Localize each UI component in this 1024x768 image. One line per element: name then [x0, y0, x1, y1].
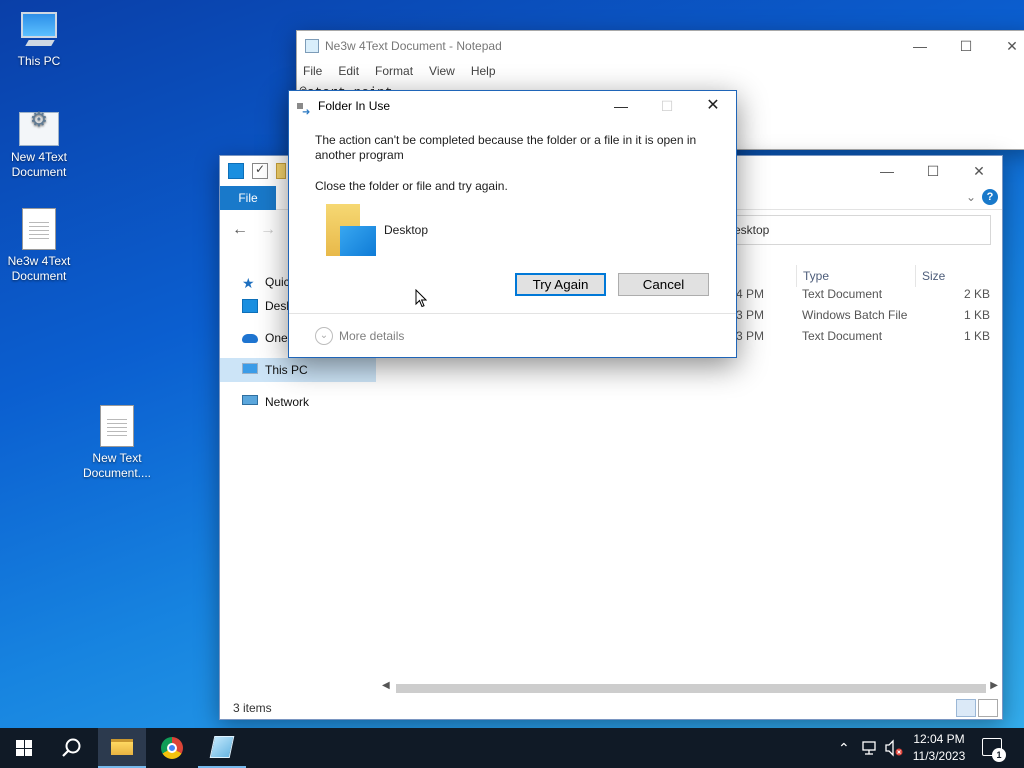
folder-icon — [111, 739, 133, 755]
nav-item-this-pc[interactable]: This PC — [220, 358, 376, 382]
size-cell: 2 KB — [964, 287, 991, 301]
file-move-icon — [297, 98, 311, 128]
chevron-down-icon[interactable]: ⌄ — [966, 190, 976, 204]
notepad-title-bar[interactable]: Ne3w 4Text Document - Notepad — ☐ ✕ — [297, 31, 1024, 61]
clock-date: 11/3/2023 — [912, 749, 966, 763]
network-icon[interactable] — [862, 740, 880, 756]
dialog-instruction: Close the folder or file and try again. — [315, 179, 508, 193]
back-arrow-icon[interactable]: ← — [232, 221, 248, 239]
horizontal-scrollbar[interactable]: ◀ ▶ — [378, 680, 1000, 697]
close-button[interactable]: ✕ — [956, 156, 1002, 186]
menu-file[interactable]: File — [303, 61, 322, 81]
chevron-down-icon: ⌄ — [315, 327, 333, 345]
scroll-left-icon[interactable]: ◀ — [382, 680, 390, 691]
address-bar[interactable]: esktop — [725, 215, 991, 245]
details-view-icon[interactable] — [956, 699, 976, 717]
item-count: 3 items — [233, 701, 272, 715]
cloud-icon — [242, 334, 258, 343]
menu-edit[interactable]: Edit — [338, 61, 359, 81]
new-folder-icon[interactable] — [276, 163, 286, 179]
start-button[interactable] — [0, 728, 48, 768]
star-icon: ★ — [242, 275, 255, 291]
dialog-title: Folder In Use — [318, 99, 391, 113]
folder-name: Desktop — [384, 223, 429, 237]
date-cell: 4 PM — [736, 287, 765, 301]
menu-view[interactable]: View — [429, 61, 455, 81]
maximize-button[interactable]: ☐ — [910, 156, 956, 186]
menu-format[interactable]: Format — [375, 61, 413, 81]
more-details-toggle[interactable]: ⌄ More details — [315, 327, 404, 345]
minimize-button[interactable]: — — [864, 156, 910, 186]
system-clock[interactable]: 12:04 PM 11/3/2023 — [905, 731, 973, 765]
taskbar-chrome[interactable] — [148, 728, 196, 768]
cancel-button[interactable]: Cancel — [618, 273, 709, 296]
tab-file[interactable]: File — [220, 186, 276, 210]
type-cell: Text Document — [802, 287, 883, 301]
maximize-button[interactable]: ☐ — [943, 31, 989, 61]
scrollbar-thumb[interactable] — [396, 684, 986, 693]
size-cell: 1 KB — [964, 308, 991, 322]
desktop-icon-label: New Text Document.... — [82, 451, 152, 480]
desktop-icon — [242, 299, 258, 313]
divider — [289, 313, 736, 314]
notification-badge: 1 — [992, 748, 1006, 762]
try-again-button[interactable]: Try Again — [515, 273, 606, 296]
maximize-button: ☐ — [660, 98, 674, 114]
size-cell: 1 KB — [964, 329, 991, 343]
desktop-icon-label: New 4Text Document — [10, 150, 68, 179]
type-cell: Text Document — [802, 329, 883, 343]
desktop-icon-new-text-document[interactable]: New Text Document.... — [77, 405, 157, 481]
menu-help[interactable]: Help — [471, 61, 496, 81]
taskbar-notepad[interactable] — [198, 728, 246, 768]
desktop-icon-ne3w-4text-document[interactable]: Ne3w 4Text Document — [0, 208, 78, 284]
properties-icon[interactable] — [252, 162, 268, 179]
large-icons-view-icon[interactable] — [978, 699, 998, 717]
close-button[interactable]: ✕ — [690, 91, 736, 121]
minimize-button[interactable]: — — [897, 31, 943, 61]
chrome-icon — [161, 737, 183, 759]
status-bar: 3 items — [220, 697, 1002, 719]
more-details-label: More details — [339, 329, 405, 343]
dialog-title-bar[interactable]: Folder In Use — ☐ ✕ — [289, 91, 736, 128]
scroll-right-icon[interactable]: ▶ — [990, 680, 998, 691]
desktop-icon-label: Ne3w 4Text Document — [7, 254, 71, 283]
computer-icon — [17, 10, 61, 50]
notepad-icon — [305, 39, 319, 53]
computer-icon — [242, 363, 258, 374]
settings-file-icon: ⚙ — [19, 110, 59, 146]
notepad-title: Ne3w 4Text Document - Notepad — [325, 39, 502, 53]
explorer-icon — [228, 163, 244, 179]
date-cell: 3 PM — [736, 308, 765, 322]
nav-item-label: This PC — [265, 363, 308, 377]
windows-logo-icon — [16, 740, 32, 756]
notepad-menu-bar: File Edit Format View Help — [297, 61, 1024, 81]
volume-muted-icon[interactable] — [884, 739, 904, 757]
desktop-icon-new-4text-document[interactable]: ⚙ New 4Text Document — [0, 110, 78, 180]
clock-time: 12:04 PM — [913, 732, 965, 746]
search-icon — [62, 738, 81, 757]
mouse-pointer-icon — [415, 289, 427, 308]
taskbar: ⌃ 12:04 PM 11/3/2023 1 — [0, 728, 1024, 768]
nav-item-network[interactable]: Network — [220, 390, 376, 414]
dialog-message: The action can't be completed because th… — [315, 133, 697, 162]
taskbar-file-explorer[interactable] — [98, 728, 146, 768]
network-icon — [242, 395, 258, 405]
text-document-icon — [22, 208, 56, 250]
close-button[interactable]: ✕ — [989, 31, 1024, 61]
text-document-icon — [100, 405, 134, 447]
search-button[interactable] — [48, 728, 96, 768]
minimize-button[interactable]: — — [598, 91, 644, 121]
notepad-icon — [209, 736, 235, 758]
folder-in-use-dialog[interactable]: Folder In Use — ☐ ✕ The action can't be … — [288, 90, 737, 358]
type-cell: Windows Batch File — [802, 308, 908, 322]
nav-item-label: Network — [265, 395, 310, 409]
forward-arrow-icon[interactable]: → — [260, 221, 276, 239]
date-cell: 3 PM — [736, 329, 765, 343]
help-icon[interactable]: ? — [982, 189, 998, 205]
desktop-folder-icon — [326, 204, 378, 258]
quick-access-toolbar — [228, 162, 286, 179]
desktop-icon-label: This PC — [17, 54, 61, 68]
desktop-icon-this-pc[interactable]: This PC — [0, 10, 78, 69]
show-hidden-icons-chevron-icon[interactable]: ⌃ — [838, 728, 850, 768]
